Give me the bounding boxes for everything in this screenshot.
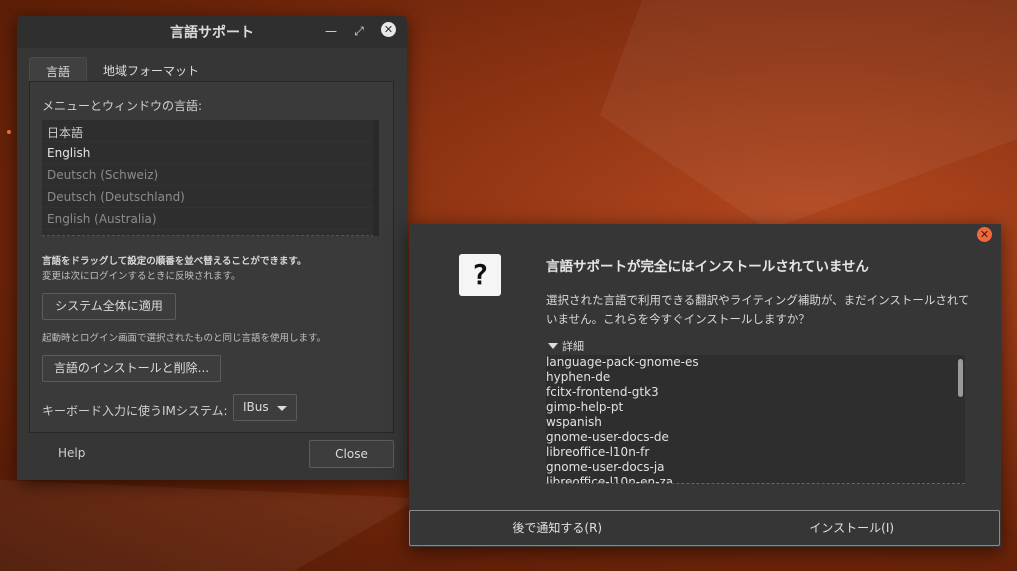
list-item: gnome-user-docs-ja [546,460,665,474]
im-selected-value: IBus [243,400,269,414]
remind-later-button[interactable]: 後で通知する(R) [410,511,705,545]
minimize-icon[interactable]: — [324,24,338,38]
list-item[interactable]: English (Australia) [42,208,379,230]
list-item: libreoffice-l10n-fr [546,445,650,459]
dialog-title: 言語サポートが完全にはインストールされていません [546,259,869,275]
startup-note: 起動時とログイン画面で選択されたものと同じ言語を使用します。 [42,333,327,344]
login-note: 変更は次にログインするときに反映されます。 [42,271,241,282]
language-tab-pane: メニューとウィンドウの言語: 日本語 English Deutsch (Schw… [29,81,394,433]
list-item: fcitx-frontend-gtk3 [546,385,659,399]
tab-bar: 言語 地域フォーマット [29,57,215,83]
list-item[interactable]: English [42,142,379,164]
titlebar[interactable]: 言語サポート — ⤢ ✕ [17,16,407,48]
language-support-window: 言語サポート — ⤢ ✕ 言語 地域フォーマット メニューとウィンドウの言語: … [17,16,407,480]
language-list[interactable]: 日本語 English Deutsch (Schweiz) Deutsch (D… [42,120,379,236]
triangle-down-icon [548,343,558,349]
install-button[interactable]: インストール(I) [705,511,1000,545]
details-label: 詳細 [562,340,584,353]
list-item: gnome-user-docs-de [546,430,669,444]
wallpaper-shape [600,0,1017,230]
dialog-button-row: 後で通知する(R) インストール(I) [409,510,1000,546]
list-item: hyphen-de [546,370,611,384]
maximize-icon[interactable]: ⤢ [352,24,366,38]
window-title: 言語サポート [170,25,254,41]
close-icon[interactable]: ✕ [977,227,992,242]
list-item: wspanish [546,415,602,429]
close-icon[interactable]: ✕ [381,22,396,37]
install-remove-languages-button[interactable]: 言語のインストールと削除... [42,355,221,382]
list-item[interactable]: 日本語 [42,120,379,142]
apply-system-wide-button[interactable]: システム全体に適用 [42,293,176,320]
drag-hint: 言語をドラッグして設定の順番を並べ替えることができます。 [42,256,307,267]
list-item[interactable]: Deutsch (Schweiz) [42,164,379,186]
list-scrollbar[interactable] [373,120,379,236]
wallpaper-shape [0,480,420,571]
package-list-scrollbar[interactable] [958,359,963,397]
details-expander[interactable]: 詳細 [548,338,584,354]
im-system-select[interactable]: IBus [233,394,297,421]
tab-regional-formats[interactable]: 地域フォーマット [87,57,215,83]
keyboard-im-label: キーボード入力に使うIMシステム: [42,404,228,418]
list-item: libreoffice-l10n-en-za [546,475,674,484]
list-item: language-pack-gnome-es [546,355,699,369]
package-list[interactable]: language-pack-gnome-es hyphen-de fcitx-f… [546,355,965,484]
tab-language[interactable]: 言語 [29,57,88,83]
question-icon: ? [459,254,501,296]
chevron-down-icon [277,406,287,411]
list-item[interactable]: Deutsch (Deutschland) [42,186,379,208]
close-button[interactable]: Close [309,440,394,468]
wallpaper-dot [7,130,11,134]
menu-language-label: メニューとウィンドウの言語: [42,99,203,113]
list-item: gimp-help-pt [546,400,624,414]
dialog-message: 選択された言語で利用できる翻訳やライティング補助が、まだインストールされていませ… [546,293,970,326]
incomplete-install-dialog: ✕ ? 言語サポートが完全にはインストールされていません 選択された言語で利用で… [409,224,1001,547]
help-button[interactable]: Help [58,446,85,460]
